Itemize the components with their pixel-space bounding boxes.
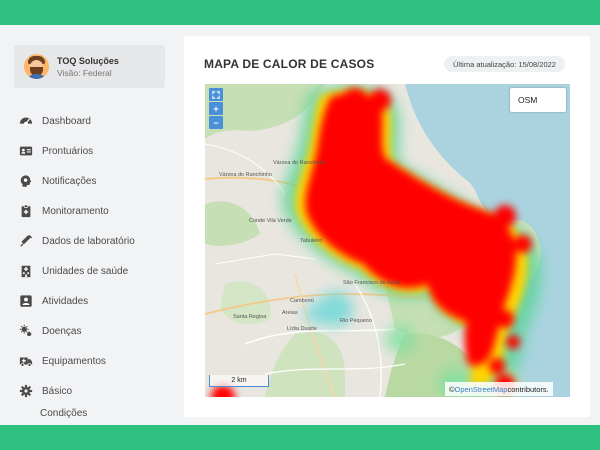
fullscreen-button[interactable] bbox=[209, 88, 223, 101]
map-place-label: Tabuleiro bbox=[300, 238, 323, 244]
map-place-label: Rio Pequeno bbox=[340, 318, 372, 324]
sidebar-item-label: Prontuários bbox=[42, 145, 94, 157]
id-card-icon bbox=[18, 143, 34, 159]
attribution-suffix: contributors. bbox=[507, 384, 549, 394]
sidebar-item-label: Básico bbox=[42, 385, 73, 397]
sidebar-item-atividades[interactable]: Atividades bbox=[18, 286, 178, 316]
sidebar-item-prontuarios[interactable]: Prontuários bbox=[18, 136, 178, 166]
virus-icon bbox=[18, 323, 34, 339]
heatmap-map[interactable]: Várzea do Ranchinho Várzea do Ranchinho … bbox=[205, 84, 570, 397]
ambulance-icon bbox=[18, 353, 34, 369]
map-place-label: Areias bbox=[282, 310, 298, 316]
speedometer-icon bbox=[18, 113, 34, 129]
sidebar-item-equipamentos[interactable]: Equipamentos bbox=[18, 346, 178, 376]
sidebar-item-unidades-saude[interactable]: Unidades de saúde bbox=[18, 256, 178, 286]
sidebar-item-dados-laboratorio[interactable]: Dados de laboratório bbox=[18, 226, 178, 256]
sidebar-item-label: Notificações bbox=[42, 175, 97, 187]
map-place-label: São Francisco de Assis bbox=[343, 280, 401, 286]
top-accent-bar bbox=[0, 0, 600, 25]
syringe-icon bbox=[18, 233, 34, 249]
sidebar-item-label: Atividades bbox=[42, 295, 89, 307]
layer-switcher-button[interactable]: OSM bbox=[510, 88, 566, 112]
sidebar-item-notificacoes[interactable]: Notificações bbox=[18, 166, 178, 196]
head-bell-icon bbox=[18, 173, 34, 189]
map-place-label: Santa Regina bbox=[233, 314, 267, 320]
sidebar-subitem-condicoes[interactable]: Condições bbox=[40, 408, 87, 419]
zoom-in-button[interactable]: + bbox=[209, 102, 223, 115]
user-name: TOQ Soluções bbox=[57, 55, 119, 66]
sidebar-item-label: Dashboard bbox=[42, 115, 91, 127]
bottom-accent-bar bbox=[0, 425, 600, 450]
sidebar-item-label: Doenças bbox=[42, 325, 82, 337]
zoom-out-button[interactable]: − bbox=[209, 116, 223, 129]
last-update-badge: Última atualização: 15/08/2022 bbox=[444, 56, 565, 72]
gear-icon bbox=[18, 383, 34, 399]
heatmap-card: MAPA DE CALOR DE CASOS Última atualizaçã… bbox=[184, 36, 590, 417]
expand-icon bbox=[212, 90, 220, 99]
avatar bbox=[24, 54, 49, 79]
map-base-layer bbox=[205, 84, 570, 397]
sidebar-item-basico[interactable]: Básico bbox=[18, 376, 178, 406]
user-role: Visão: Federal bbox=[57, 67, 112, 78]
map-place-label: Várzea do Ranchinho bbox=[219, 172, 272, 178]
sidebar-item-monitoramento[interactable]: Monitoramento bbox=[18, 196, 178, 226]
sidebar-item-doencas[interactable]: Doenças bbox=[18, 316, 178, 346]
map-scale-bar: 2 km bbox=[209, 375, 269, 387]
map-place-label: Camboriú bbox=[290, 298, 314, 304]
sidebar-item-dashboard[interactable]: Dashboard bbox=[18, 106, 178, 136]
hospital-building-icon bbox=[18, 263, 34, 279]
sidebar-item-label: Equipamentos bbox=[42, 355, 106, 367]
clipboard-medical-icon bbox=[18, 203, 34, 219]
map-place-label: Lídia Duarte bbox=[287, 326, 317, 332]
sidebar-item-label: Unidades de saúde bbox=[42, 265, 129, 277]
sidebar-item-label: Dados de laboratório bbox=[42, 235, 135, 247]
person-board-icon bbox=[18, 293, 34, 309]
map-attribution: © OpenStreetMap contributors. bbox=[445, 382, 553, 396]
sidebar-item-label: Monitoramento bbox=[42, 205, 109, 217]
map-place-label: Conde Vila Verde bbox=[249, 218, 292, 224]
user-profile-card[interactable]: TOQ Soluções Visão: Federal bbox=[14, 45, 165, 88]
map-place-label: Várzea do Ranchinho bbox=[273, 160, 326, 166]
openstreetmap-link[interactable]: OpenStreetMap bbox=[455, 385, 508, 394]
sidebar-menu: Dashboard Prontuários Notificações Monit… bbox=[18, 106, 178, 406]
map-controls: + − bbox=[209, 88, 223, 130]
page-title: MAPA DE CALOR DE CASOS bbox=[204, 57, 375, 71]
